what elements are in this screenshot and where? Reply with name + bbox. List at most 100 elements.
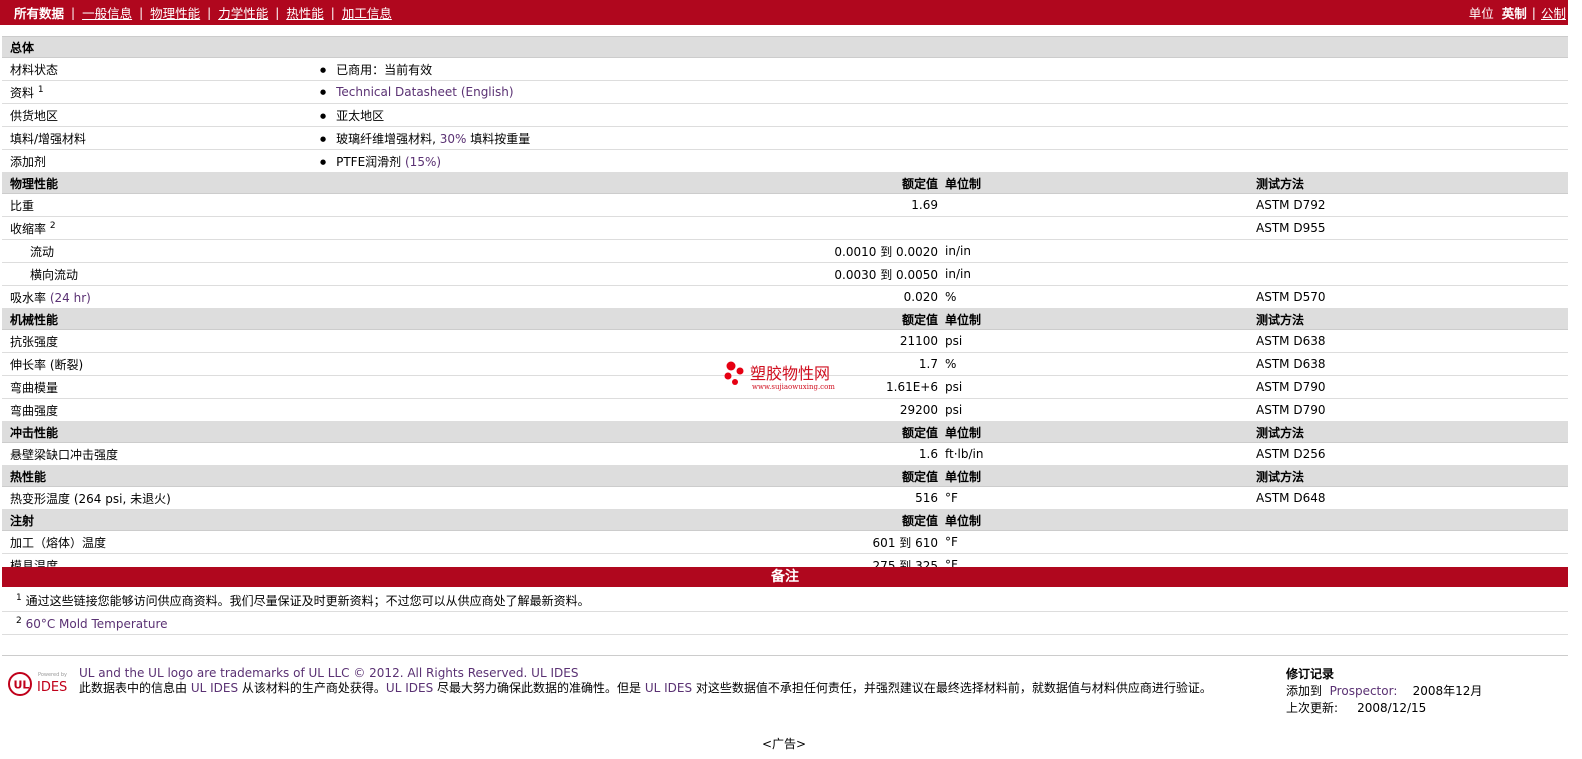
- table-row: 加工（熔体）温度 601 到 610 °F: [2, 531, 1568, 554]
- svg-text:Powered by: Powered by: [38, 672, 67, 678]
- row-label: 吸水率 (24 hr): [10, 290, 91, 305]
- row-value: 29200: [899, 403, 938, 417]
- row-label: 供货地区: [10, 108, 59, 123]
- table-row: 材料状态 已商用：当前有效: [2, 58, 1568, 81]
- table-row: 收缩率 2 ASTM D955: [2, 217, 1568, 240]
- nav-all-data[interactable]: 所有数据: [14, 3, 64, 22]
- watermark-logo: 塑胶物性网 www.sujiaowuxing.com: [724, 361, 835, 391]
- section-mechanical: 机械性能 额定值 单位制 测试方法: [2, 309, 1568, 330]
- row-unit: %: [945, 357, 957, 371]
- row-test: ASTM D790: [1256, 403, 1326, 417]
- watermark-url: www.sujiaowuxing.com: [752, 383, 835, 391]
- note-1: 1 通过这些链接您能够访问供应商资料。我们尽量保证及时更新资料；不过您可以从供应…: [16, 592, 590, 608]
- table-row: 吸水率 (24 hr) 0.020 % ASTM D570: [2, 286, 1568, 309]
- unit-label: 单位: [1468, 6, 1494, 21]
- header-rated: 额定值: [901, 513, 938, 528]
- notes-header: 备注: [2, 567, 1568, 587]
- footer-disclaimer: UL and the UL logo are trademarks of UL …: [79, 666, 1212, 695]
- row-label: 填料/增强材料: [10, 131, 87, 146]
- section-title: 热性能: [10, 469, 47, 484]
- row-value: 1.6: [918, 447, 938, 461]
- row-value: PTFE润滑剂 (15%): [320, 153, 441, 170]
- nav-mechanical[interactable]: 力学性能: [218, 3, 268, 22]
- row-label: 横向流动: [30, 267, 79, 282]
- footer: UL Powered by IDES UL and the UL logo ar…: [2, 655, 1568, 726]
- row-value: 601 到 610: [872, 535, 938, 550]
- nav-processing[interactable]: 加工信息: [342, 3, 392, 22]
- row-test: ASTM D570: [1256, 290, 1326, 304]
- section-title: 机械性能: [10, 312, 59, 327]
- ad-label: <广告>: [761, 737, 807, 751]
- section-title: 注射: [10, 513, 35, 528]
- row-value: 516: [915, 491, 938, 505]
- unit-metric-link[interactable]: 公制: [1541, 3, 1566, 22]
- row-unit: in/in: [945, 244, 971, 258]
- row-test: ASTM D638: [1256, 334, 1326, 348]
- revision-history: 修订记录 添加到 Prospector: 2008年12月 上次更新: 2008…: [1286, 667, 1483, 715]
- header-rated: 额定值: [901, 176, 938, 191]
- row-test: ASTM D790: [1256, 380, 1326, 394]
- table-row: 热变形温度 (264 psi, 未退火) 516 °F ASTM D648: [2, 487, 1568, 510]
- row-label: 添加剂: [10, 154, 47, 169]
- row-value: 0.0010 到 0.0020: [834, 244, 938, 259]
- header-test: 测试方法: [1256, 176, 1305, 191]
- note-row: 2 60°C Mold Temperature: [2, 612, 1568, 635]
- row-label: 弯曲强度: [10, 403, 59, 418]
- table-row: 比重 1.69 ASTM D792: [2, 194, 1568, 217]
- section-title: 物理性能: [10, 176, 59, 191]
- svg-text:IDES: IDES: [37, 680, 67, 695]
- row-value: 1.61E+6: [886, 380, 938, 394]
- row-unit: in/in: [945, 267, 971, 281]
- row-test: ASTM D792: [1256, 198, 1326, 212]
- watermark-text: 塑胶物性网: [750, 364, 830, 383]
- row-unit: %: [945, 290, 957, 304]
- nav-thermal[interactable]: 热性能: [286, 3, 324, 22]
- row-test: ASTM D256: [1256, 447, 1326, 461]
- note-2: 2 60°C Mold Temperature: [16, 615, 168, 631]
- unit-switcher: 单位 英制 | 公制: [1468, 3, 1566, 22]
- row-unit: psi: [945, 403, 963, 417]
- table-row: 弯曲强度 29200 psi ASTM D790: [2, 399, 1568, 422]
- section-impact: 冲击性能 额定值 单位制 测试方法: [2, 422, 1568, 443]
- ul-ides-logo-icon: UL Powered by IDES: [8, 672, 67, 696]
- row-label: 伸长率 (断裂): [10, 357, 84, 372]
- row-unit: °F: [945, 535, 958, 549]
- row-unit: psi: [945, 334, 963, 348]
- header-unit: 单位制: [945, 469, 982, 484]
- row-value: 0.0030 到 0.0050: [834, 267, 938, 282]
- row-label: 抗张强度: [10, 334, 59, 349]
- row-value: 亚太地区: [320, 107, 384, 124]
- row-label: 热变形温度 (264 psi, 未退火): [10, 491, 171, 506]
- header-rated: 额定值: [901, 312, 938, 327]
- row-label: 流动: [30, 244, 55, 259]
- row-label: 弯曲模量: [10, 380, 59, 395]
- row-value: 21100: [899, 334, 938, 348]
- section-title: 冲击性能: [10, 425, 59, 440]
- table-row: 供货地区 亚太地区: [2, 104, 1568, 127]
- note-row: 1 通过这些链接您能够访问供应商资料。我们尽量保证及时更新资料；不过您可以从供应…: [2, 589, 1568, 612]
- section-title: 总体: [10, 40, 35, 55]
- row-label: 悬壁梁缺口冲击强度: [10, 447, 119, 462]
- row-unit: ft·lb/in: [945, 447, 984, 461]
- table-row: 横向流动 0.0030 到 0.0050 in/in: [2, 263, 1568, 286]
- nav-physical[interactable]: 物理性能: [150, 3, 200, 22]
- datasheet-table: 总体 材料状态 已商用：当前有效 资料 1 Technical Datashee…: [2, 36, 1568, 577]
- section-thermal: 热性能 额定值 单位制 测试方法: [2, 466, 1568, 487]
- row-label: 比重: [10, 198, 35, 213]
- row-label: 收缩率 2: [10, 220, 56, 236]
- table-row: 流动 0.0010 到 0.0020 in/in: [2, 240, 1568, 263]
- row-value: 1.69: [911, 198, 938, 212]
- row-label: 加工（熔体）温度: [10, 535, 107, 550]
- header-test: 测试方法: [1256, 425, 1305, 440]
- row-value: Technical Datasheet (English): [320, 85, 513, 99]
- table-row: 添加剂 PTFE润滑剂 (15%): [2, 150, 1568, 173]
- table-row: 悬壁梁缺口冲击强度 1.6 ft·lb/in ASTM D256: [2, 443, 1568, 466]
- top-nav-bar: 所有数据 | 一般信息 | 物理性能 | 力学性能 | 热性能 | 加工信息 单…: [0, 0, 1568, 25]
- row-value: 玻璃纤维增强材料, 30% 填料按重量: [320, 130, 530, 147]
- header-test: 测试方法: [1256, 469, 1305, 484]
- row-label: 资料 1: [10, 84, 44, 100]
- row-label: 材料状态: [10, 62, 59, 77]
- row-test: ASTM D648: [1256, 491, 1326, 505]
- nav-general-info[interactable]: 一般信息: [82, 3, 132, 22]
- datasheet-link[interactable]: Technical Datasheet (English): [336, 85, 513, 99]
